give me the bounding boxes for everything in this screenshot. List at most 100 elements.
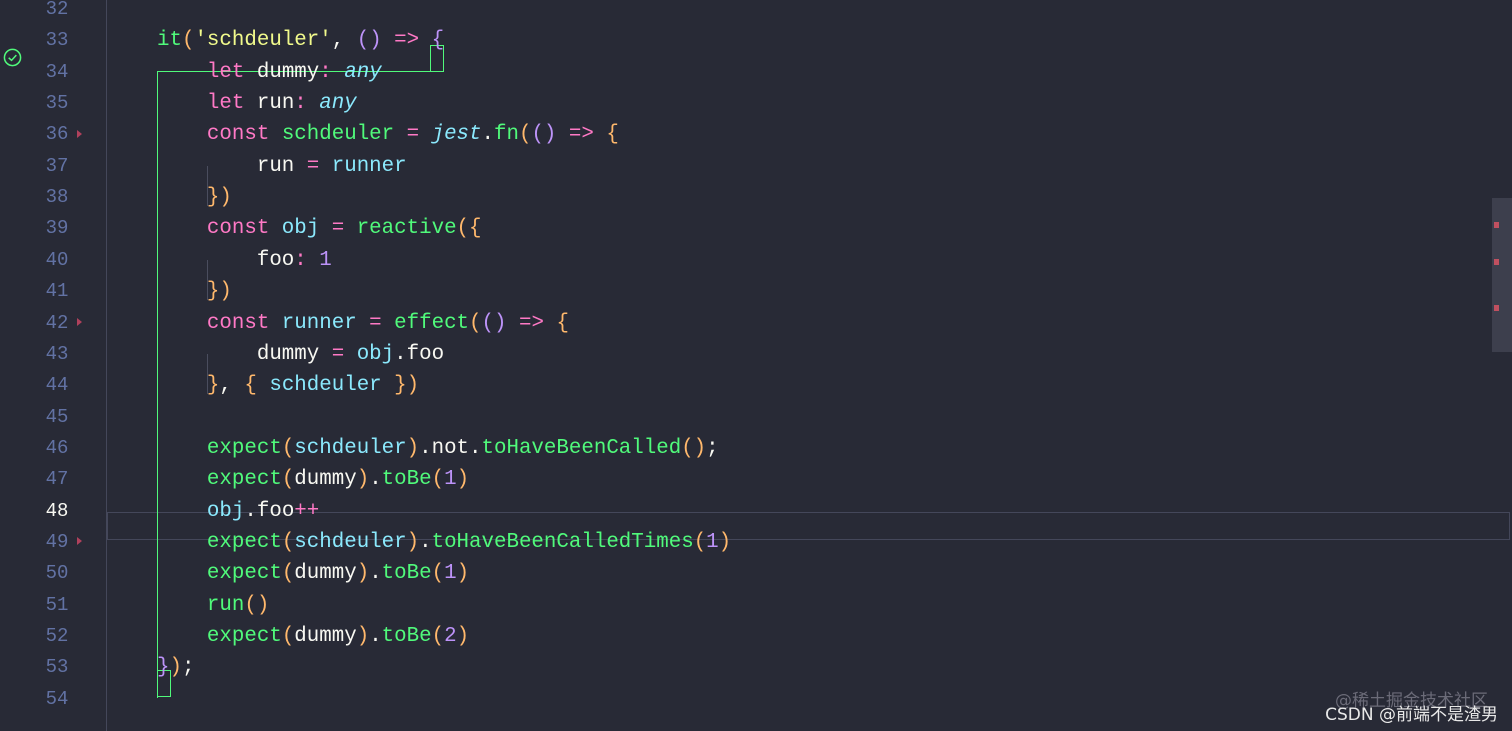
code-token: ) [356,468,370,492]
code-token: ( [281,530,295,554]
code-token: foo [157,248,295,272]
code-token: toBe [381,562,432,586]
code-token: } [157,656,170,680]
code-text[interactable]: }, { schdeuler }) [157,370,419,401]
code-token: schdeuler [294,436,407,460]
code-token: .not. [419,436,482,460]
code-token: ( [456,217,470,241]
code-token: , [331,29,357,53]
code-line[interactable]: 39 const obj = reactive({ [0,213,1512,244]
code-token: ( [431,625,445,648]
code-token: 1 [444,562,457,586]
code-token: => [381,29,420,53]
code-line[interactable]: 49 expect(schdeuler).toHaveBeenCalledTim… [0,527,1512,558]
code-token: schdeuler [281,123,395,147]
code-text[interactable]: foo: 1 [157,245,332,276]
code-line[interactable]: 54 [0,684,1512,715]
code-line[interactable]: 36 const schdeuler = jest.fn(() => { [0,119,1512,150]
code-text[interactable]: let dummy: any [157,57,382,88]
line-number: 42 [45,311,69,334]
code-token: let [206,92,245,116]
code-text[interactable]: run = runner [157,151,407,182]
scrollbar-marker [1494,259,1499,265]
code-line[interactable]: 40 foo: 1 [0,245,1512,276]
line-number: 47 [45,468,69,491]
code-text[interactable]: let run: any [157,88,357,119]
code-text[interactable]: obj.foo++ [157,496,319,527]
code-text[interactable]: }); [157,652,194,683]
code-line[interactable]: 41 }) [0,276,1512,307]
code-line[interactable]: 44 }, { schdeuler }) [0,370,1512,401]
code-line[interactable]: 47 expect(dummy).toBe(1) [0,464,1512,495]
code-token: 1 [706,530,719,554]
code-token: }) [206,280,232,304]
scrollbar-marker [1494,305,1499,311]
code-line[interactable]: 52 expect(dummy).toBe(2) [0,621,1512,652]
code-line[interactable]: 37 run = runner [0,151,1512,182]
code-token: ++ [294,499,320,523]
code-line[interactable]: 33 it('schdeuler', () => { [0,25,1512,56]
code-token: ) [406,436,420,460]
code-line[interactable]: 45 [0,402,1512,433]
code-token: 2 [444,625,457,648]
code-line[interactable]: 35 let run: any [0,88,1512,119]
code-line[interactable]: 34 let dummy: any [0,57,1512,88]
code-text[interactable]: expect(schdeuler).not.toHaveBeenCalled()… [157,433,719,464]
code-token: obj [206,499,245,523]
code-text[interactable]: expect(dummy).toBe(1) [157,558,469,589]
code-text[interactable]: it('schdeuler', () => { [157,25,444,56]
code-token: { [431,29,445,53]
code-line[interactable]: 53}); [0,652,1512,683]
code-text[interactable]: }) [157,276,232,307]
code-token: any [344,60,382,84]
code-text[interactable]: dummy = obj.foo [157,339,444,370]
code-text[interactable]: expect(dummy).toBe(1) [157,464,469,495]
code-token: toHaveBeenCalled [481,436,682,460]
code-text[interactable]: const runner = effect(() => { [157,308,569,339]
code-line[interactable]: 48 obj.foo++ [0,496,1512,527]
code-token: dummy [294,625,357,648]
code-line[interactable]: 51 run() [0,590,1512,621]
code-text[interactable]: run() [157,590,269,621]
code-text[interactable]: expect(dummy).toBe(2) [157,621,469,652]
line-number: 54 [45,687,69,710]
vertical-scrollbar[interactable] [1492,0,1512,731]
scrollbar-marker [1494,222,1499,228]
code-token: dummy [294,468,357,492]
code-line[interactable]: 42 const runner = effect(() => { [0,308,1512,339]
code-token: fn [494,123,519,147]
code-line[interactable]: 38 }) [0,182,1512,213]
code-token: 1 [306,248,332,272]
code-token: ( [693,530,707,554]
code-line[interactable]: 50 expect(dummy).toBe(1) [0,558,1512,589]
code-token: const [206,311,270,335]
code-token: : [294,92,307,116]
code-text[interactable]: const obj = reactive({ [157,213,482,244]
code-token: expect [206,562,282,586]
code-token: } [206,374,220,398]
code-editor[interactable]: 32 33 it('schdeuler', () => {34 let dummy:… [0,0,1512,731]
code-token: : [319,60,332,84]
code-line[interactable]: 46 expect(schdeuler).not.toHaveBeenCalle… [0,433,1512,464]
line-number: 48 [45,499,69,522]
code-line[interactable]: 32 [0,0,1512,25]
line-number: 49 [45,530,69,553]
code-token: , [219,374,245,398]
code-text[interactable]: expect(schdeuler).toHaveBeenCalledTimes(… [157,527,731,558]
line-number: 38 [45,186,69,209]
code-token: () [244,593,270,617]
code-token: ; [706,436,719,460]
code-token: effect [394,311,470,335]
code-line[interactable]: 43 dummy = obj.foo [0,339,1512,370]
code-text[interactable]: }) [157,182,232,213]
code-text[interactable]: const schdeuler = jest.fn(() => { [157,119,619,150]
code-token: ( [281,468,295,492]
line-number: 39 [45,217,69,240]
code-token: => [556,123,594,147]
